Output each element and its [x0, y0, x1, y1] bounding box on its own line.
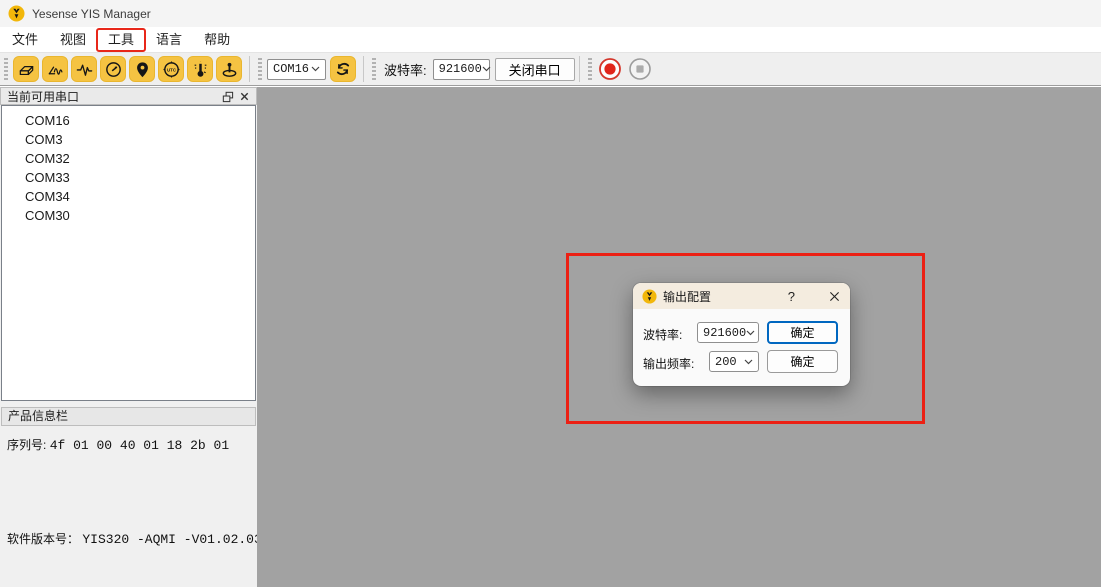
port-list-item[interactable]: COM3	[2, 130, 255, 149]
record-icon	[598, 57, 622, 81]
close-serial-port-button[interactable]: 关闭串口	[495, 58, 575, 81]
stop-icon	[628, 57, 652, 81]
stop-button[interactable]	[627, 56, 653, 82]
serial-number-label: 序列号:	[7, 438, 46, 452]
menu-item-file[interactable]: 文件	[1, 29, 49, 51]
serial-number-row: 序列号: 4f 01 00 40 01 18 2b 01	[7, 436, 229, 453]
location-pin-button[interactable]	[129, 56, 155, 82]
cube-3d-button[interactable]	[13, 56, 39, 82]
ports-panel-header: 当前可用串口	[0, 87, 257, 105]
dialog-freq-label: 输出频率:	[643, 355, 694, 372]
probe-icon	[220, 60, 239, 79]
port-list: COM16 COM3 COM32 COM33 COM34 COM30	[1, 105, 256, 401]
menu-item-language[interactable]: 语言	[145, 29, 193, 51]
utc-clock-button[interactable]: UTC	[158, 56, 184, 82]
svg-text:UTC: UTC	[167, 67, 177, 72]
serial-ports-panel: 当前可用串口 COM16 COM3 COM32 COM33 COM34 COM3…	[0, 87, 257, 587]
toolbar-separator	[363, 56, 364, 82]
port-select-value: COM16	[273, 62, 309, 76]
port-list-item[interactable]: COM32	[2, 149, 255, 168]
port-list-item[interactable]: COM34	[2, 187, 255, 206]
utc-clock-icon: UTC	[162, 60, 181, 79]
ports-panel-title: 当前可用串口	[7, 88, 219, 105]
cube-3d-icon	[17, 60, 36, 79]
chevron-down-icon	[744, 359, 753, 365]
dialog-logo-icon	[642, 289, 657, 304]
dialog-baud-value: 921600	[703, 326, 746, 340]
thermometer-icon	[191, 60, 210, 79]
toolbar: UTC CO	[0, 52, 1101, 86]
baud-rate-select[interactable]: 921600	[433, 59, 490, 80]
app-window: Yesense YIS Manager 文件 视图 工具 语言 帮助	[0, 0, 1101, 587]
angle-waveform-button[interactable]	[42, 56, 68, 82]
toolbar-separator	[249, 56, 250, 82]
title-bar: Yesense YIS Manager	[0, 0, 1101, 27]
chevron-down-icon	[311, 66, 320, 72]
baud-rate-label: 波特率:	[384, 60, 427, 79]
toolbar-drag-handle[interactable]	[4, 58, 8, 80]
workspace-area: 输出配置 ? 波特率: 921600 确定 输出频率: 200	[257, 87, 1101, 587]
dialog-freq-value: 200	[715, 355, 737, 369]
window-title: Yesense YIS Manager	[32, 7, 151, 21]
location-pin-icon	[133, 60, 152, 79]
dialog-close-button[interactable]	[829, 291, 840, 302]
dialog-freq-select[interactable]: 200	[709, 351, 759, 372]
dialog-title-bar[interactable]: 输出配置 ?	[633, 283, 850, 309]
software-version-label: 软件版本号：	[7, 532, 79, 546]
app-logo-icon	[8, 5, 25, 22]
menu-item-view[interactable]: 视图	[49, 29, 97, 51]
refresh-ports-button[interactable]	[330, 56, 356, 82]
menu-item-help[interactable]: 帮助	[193, 29, 241, 51]
gauge-icon	[104, 60, 123, 79]
dialog-help-button[interactable]: ?	[788, 289, 795, 304]
dialog-title: 输出配置	[663, 288, 782, 305]
gauge-button[interactable]	[100, 56, 126, 82]
content-area: 当前可用串口 COM16 COM3 COM32 COM33 COM34 COM3…	[0, 87, 1101, 587]
output-config-dialog: 输出配置 ? 波特率: 921600 确定 输出频率: 200	[633, 283, 850, 386]
dialog-baud-ok-button[interactable]: 确定	[767, 321, 838, 344]
thermometer-button[interactable]	[187, 56, 213, 82]
menu-bar: 文件 视图 工具 语言 帮助	[0, 27, 1101, 52]
refresh-icon	[334, 60, 352, 78]
chevron-down-icon	[482, 66, 491, 72]
port-select[interactable]: COM16	[267, 59, 326, 80]
toolbar-drag-handle[interactable]	[258, 58, 262, 80]
toolbar-separator	[579, 56, 580, 82]
record-button[interactable]	[597, 56, 623, 82]
probe-button[interactable]	[216, 56, 242, 82]
chevron-down-icon	[746, 330, 755, 336]
port-list-item[interactable]: COM33	[2, 168, 255, 187]
pulse-waveform-button[interactable]	[71, 56, 97, 82]
baud-rate-value: 921600	[439, 62, 482, 76]
port-list-item[interactable]: COM30	[2, 206, 255, 225]
angle-waveform-icon	[46, 60, 65, 79]
product-info-header: 产品信息栏	[1, 407, 256, 426]
serial-number-value: 4f 01 00 40 01 18 2b 01	[50, 438, 229, 453]
menu-item-tools[interactable]: 工具	[97, 29, 145, 51]
port-list-item[interactable]: COM16	[2, 111, 255, 130]
pulse-waveform-icon	[75, 60, 94, 79]
software-version-value: YIS320 -AQMI -V01.02.03;	[82, 532, 269, 547]
toolbar-drag-handle[interactable]	[588, 58, 592, 80]
dialog-baud-label: 波特率:	[643, 326, 682, 343]
close-panel-button[interactable]	[236, 89, 253, 104]
dialog-freq-ok-button[interactable]: 确定	[767, 350, 838, 373]
dialog-baud-select[interactable]: 921600	[697, 322, 759, 343]
float-panel-button[interactable]	[219, 89, 236, 104]
toolbar-drag-handle[interactable]	[372, 58, 376, 80]
software-version-row: 软件版本号： YIS320 -AQMI -V01.02.03;	[7, 530, 270, 547]
